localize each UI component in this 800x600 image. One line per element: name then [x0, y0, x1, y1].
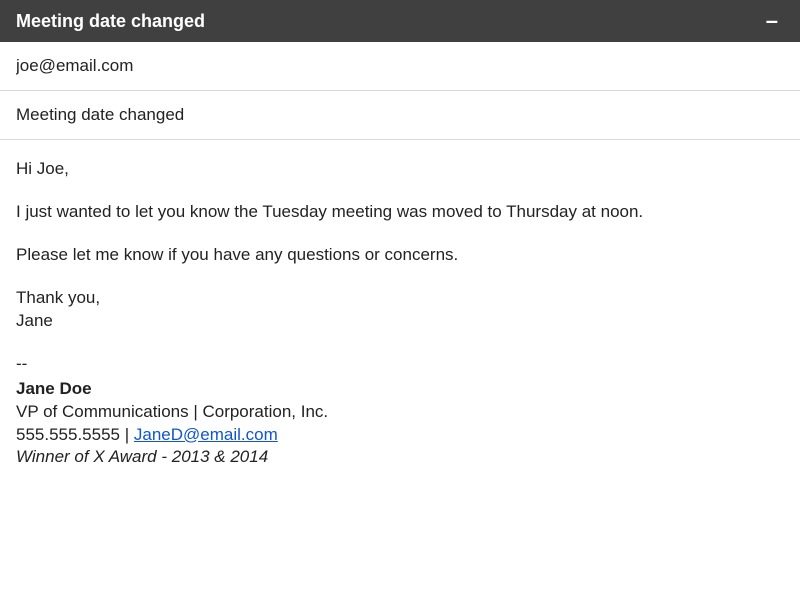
signature-award: Winner of X Award - 2013 & 2014 — [16, 446, 784, 469]
compose-window: Meeting date changed – Hi Joe, I just wa… — [0, 0, 800, 600]
signature-email-link[interactable]: JaneD@email.com — [134, 425, 278, 444]
subject-field-row[interactable] — [0, 91, 800, 140]
body-paragraph: I just wanted to let you know the Tuesda… — [16, 201, 784, 224]
closing-name: Jane — [16, 310, 784, 333]
to-field-row[interactable] — [0, 42, 800, 91]
signature-divider: -- — [16, 353, 784, 376]
message-body[interactable]: Hi Joe, I just wanted to let you know th… — [0, 140, 800, 600]
minimize-button[interactable]: – — [760, 10, 784, 32]
subject-input[interactable] — [16, 105, 784, 125]
body-greeting: Hi Joe, — [16, 158, 784, 181]
body-closing: Thank you, Jane — [16, 287, 784, 333]
signature-contact: 555.555.5555 | JaneD@email.com — [16, 424, 784, 447]
signature-phone: 555.555.5555 — [16, 425, 120, 444]
signature-block: -- Jane Doe VP of Communications | Corpo… — [16, 353, 784, 470]
signature-title: VP of Communications | Corporation, Inc. — [16, 401, 784, 424]
to-input[interactable] — [16, 56, 784, 76]
body-paragraph: Please let me know if you have any quest… — [16, 244, 784, 267]
window-header: Meeting date changed – — [0, 0, 800, 42]
closing-thanks: Thank you, — [16, 287, 784, 310]
signature-name: Jane Doe — [16, 378, 784, 401]
signature-separator: | — [120, 425, 134, 444]
window-title: Meeting date changed — [16, 11, 205, 32]
